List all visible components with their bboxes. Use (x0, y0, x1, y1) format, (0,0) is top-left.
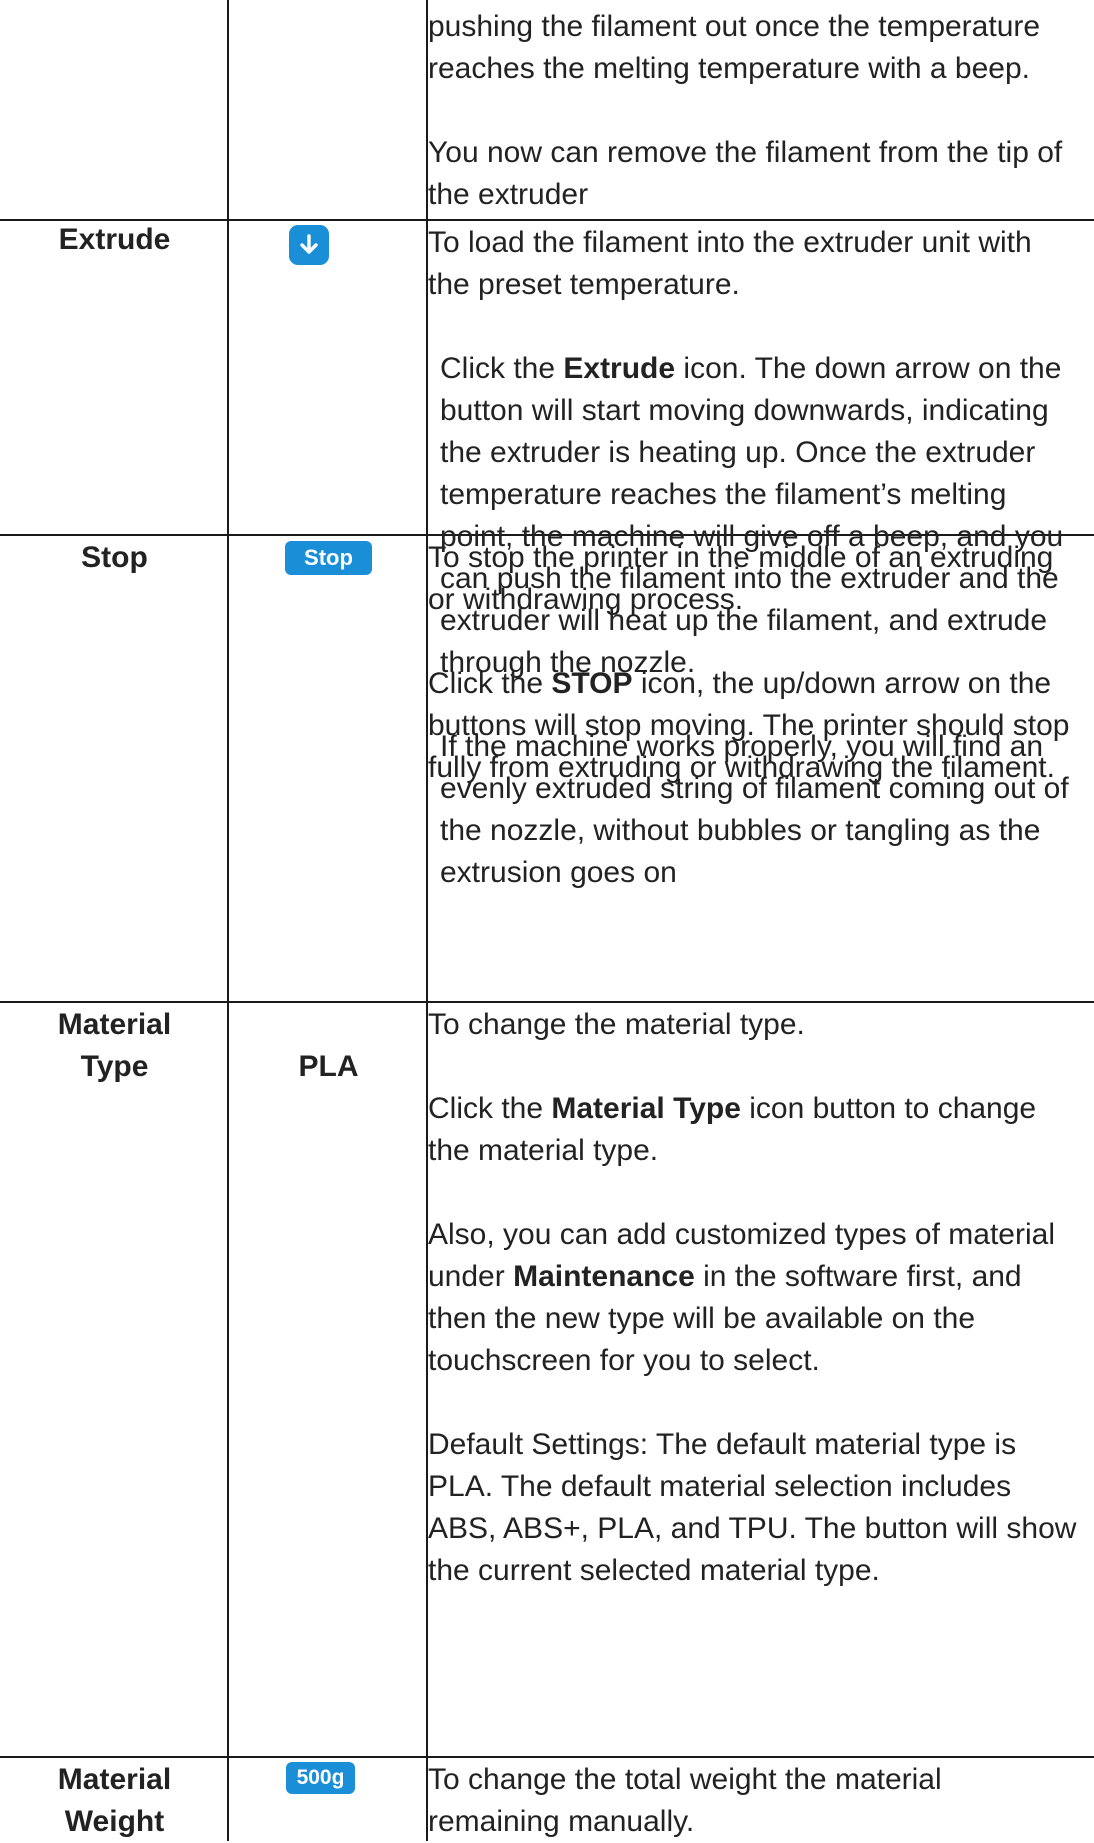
description-text: To change the total weight the material … (428, 1763, 942, 1838)
down-arrow-icon (300, 234, 318, 254)
description-text: You now can remove the filament from the… (428, 136, 1063, 211)
description-text: Default Settings: The default material t… (428, 1428, 1077, 1587)
row-divider (0, 1001, 1094, 1003)
column-divider (227, 0, 229, 1841)
row-continuation-description: pushing the filament out once the temper… (428, 6, 1078, 216)
description-text: To load the filament into the extruder u… (428, 226, 1032, 301)
description-text: To change the material type. (428, 1008, 805, 1041)
material-type-description: To change the material type. Click the M… (428, 1004, 1078, 1592)
description-text: pushing the filament out once the temper… (428, 10, 1041, 85)
description-text: Click the STOP icon, the up/down arrow o… (428, 667, 1070, 784)
material-type-button[interactable]: PLA (229, 1046, 428, 1088)
row-label-material-weight: Material Weight (57, 1763, 172, 1838)
row-label-stop: Stop (81, 541, 148, 574)
description-text: Also, you can add customized types of ma… (428, 1218, 1055, 1377)
row-divider (0, 1756, 1094, 1758)
material-weight-button[interactable]: 500g (286, 1762, 355, 1794)
settings-table: pushing the filament out once the temper… (0, 0, 1094, 1841)
row-label-extrude: Extrude (58, 223, 171, 256)
row-label-material-type: Material Type (57, 1008, 172, 1083)
description-text: To stop the printer in the middle of an … (428, 541, 1054, 616)
stop-button[interactable]: Stop (285, 541, 372, 575)
extrude-button[interactable] (289, 225, 329, 265)
material-weight-description: To change the total weight the material … (428, 1759, 1078, 1843)
stop-description: To stop the printer in the middle of an … (428, 537, 1078, 789)
description-text: Click the Material Type icon button to c… (428, 1092, 1037, 1167)
